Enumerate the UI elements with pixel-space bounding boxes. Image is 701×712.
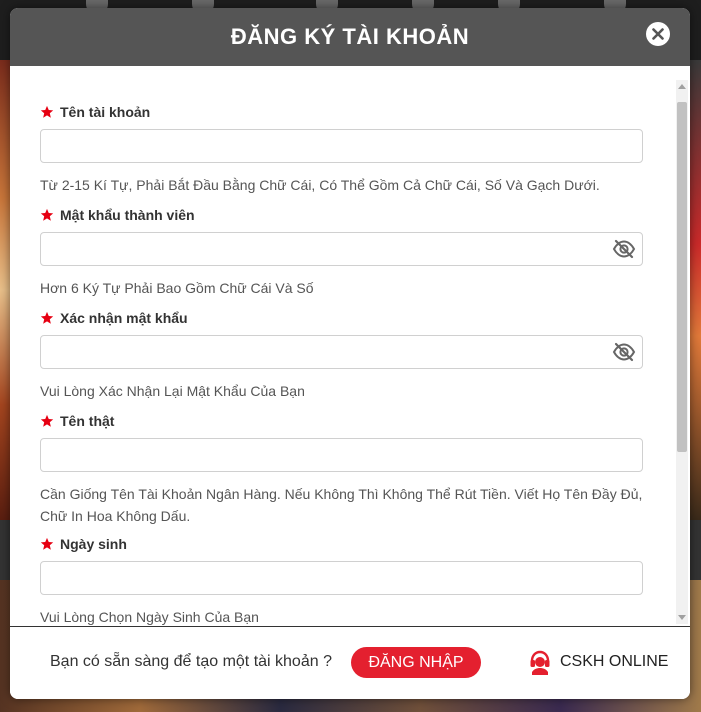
confirm-password-input-box[interactable] — [40, 335, 643, 369]
real-name-field-group: Tên thật Cần Giống Tên Tài Khoản Ngân Hà… — [40, 413, 643, 527]
username-hint: Từ 2-15 Kí Tự, Phải Bắt Đầu Bằng Chữ Cái… — [40, 177, 600, 193]
password-input[interactable] — [41, 233, 642, 265]
real-name-hint-line-1: Cần Giống Tên Tài Khoản Ngân Hàng. Nếu K… — [40, 486, 643, 502]
online-support-link[interactable]: CSKH ONLINE — [528, 647, 668, 677]
real-name-input[interactable] — [41, 439, 642, 471]
birthday-input[interactable] — [41, 562, 642, 594]
star-icon — [40, 208, 54, 221]
real-name-hint-line-2: Chữ In Hoa Không Dấu. — [40, 508, 191, 524]
username-label: Tên tài khoản — [60, 104, 151, 120]
headset-icon — [530, 650, 550, 675]
username-input[interactable] — [41, 130, 642, 162]
star-icon — [40, 537, 54, 550]
real-name-input-box[interactable] — [40, 438, 643, 472]
confirm-password-input[interactable] — [41, 336, 642, 368]
star-icon — [40, 311, 54, 324]
login-button[interactable]: ĐĂNG NHẬP — [351, 647, 481, 678]
scrollbar-thumb[interactable] — [677, 102, 687, 452]
real-name-hint: Cần Giống Tên Tài Khoản Ngân Hàng. Nếu K… — [40, 483, 643, 527]
birthday-input-box[interactable] — [40, 561, 643, 595]
username-field-group: Tên tài khoản Từ 2-15 Kí Tự, Phải Bắt Đầ… — [40, 104, 643, 196]
birthday-field-group: Ngày sinh Vui Lòng Chọn Ngày Sinh Của Bạ… — [40, 536, 643, 626]
star-icon — [40, 414, 54, 427]
password-input-box[interactable] — [40, 232, 643, 266]
confirm-password-hint: Vui Lòng Xác Nhận Lại Mật Khẩu Của Bạn — [40, 383, 305, 399]
confirm-password-field-group: Xác nhận mật khẩu Vui Lòng Xác Nhận Lại … — [40, 310, 643, 402]
modal-header: ĐĂNG KÝ TÀI KHOẢN — [10, 8, 690, 66]
background-banner-right — [689, 60, 701, 520]
scroll-down-arrow-icon[interactable] — [678, 615, 686, 620]
close-button[interactable] — [646, 22, 670, 46]
star-icon — [40, 105, 54, 118]
username-input-box[interactable] — [40, 129, 643, 163]
eye-slash-icon[interactable] — [612, 342, 636, 362]
eye-slash-icon[interactable] — [612, 239, 636, 259]
modal-footer: Bạn có sẵn sàng để tạo một tài khoản ? Đ… — [10, 626, 690, 699]
scroll-up-arrow-icon[interactable] — [678, 84, 686, 89]
modal-title: ĐĂNG KÝ TÀI KHOẢN — [230, 24, 470, 49]
real-name-label: Tên thật — [60, 413, 115, 429]
confirm-password-label: Xác nhận mật khẩu — [60, 310, 188, 326]
password-hint: Hơn 6 Ký Tự Phải Bao Gồm Chữ Cái Và Số — [40, 280, 314, 296]
password-field-group: Mật khẩu thành viên Hơn 6 Ký Tự Phải Bao… — [40, 207, 643, 299]
modal-scrollbar[interactable] — [676, 80, 688, 624]
footer-prompt: Bạn có sẵn sàng để tạo một tài khoản ? — [50, 653, 332, 670]
birthday-label: Ngày sinh — [60, 536, 127, 552]
register-modal: ĐĂNG KÝ TÀI KHOẢN Tên tài khoản Từ 2-15 — [10, 8, 690, 699]
modal-body[interactable]: Tên tài khoản Từ 2-15 Kí Tự, Phải Bắt Đầ… — [10, 66, 690, 626]
close-circle-icon — [652, 28, 664, 40]
support-label: CSKH ONLINE — [560, 653, 669, 670]
birthday-hint: Vui Lòng Chọn Ngày Sinh Của Bạn — [40, 609, 259, 625]
password-label: Mật khẩu thành viên — [60, 207, 195, 223]
